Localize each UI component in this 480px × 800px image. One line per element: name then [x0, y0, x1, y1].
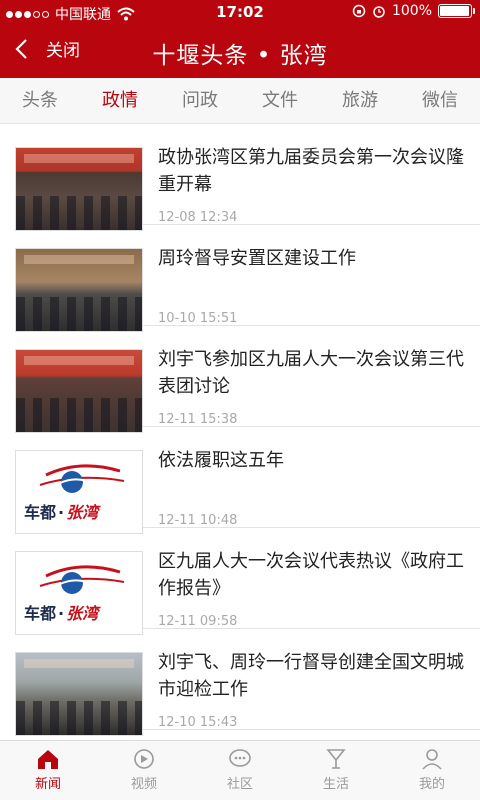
article-date: 12-11 09:58: [158, 614, 238, 629]
rotation-lock-icon: [352, 4, 366, 18]
photo-thumbnail: [15, 349, 143, 433]
photo-thumbnail: [15, 652, 143, 736]
community-icon: [192, 747, 288, 771]
article-item[interactable]: 车都 · 张湾 依法履职这五年 12-11 10:48: [15, 427, 480, 534]
category-tabs: 头条 政情 问政 文件 旅游 微信: [0, 78, 480, 124]
article-item[interactable]: 刘宇飞、周玲一行督导创建全国文明城市迎检工作 12-10 15:43: [15, 629, 480, 736]
nav-bar: 关闭 十堰头条 • 张湾: [0, 26, 480, 78]
logo-text-right: 张湾: [66, 604, 99, 623]
article-item[interactable]: 周玲督导安置区建设工作 10-10 15:51: [15, 225, 480, 332]
article-item[interactable]: 车都 · 张湾 区九届人大一次会议代表热议《政府工作报告》 12-11 09:58: [15, 528, 480, 635]
tabbar-item-2[interactable]: 社区: [192, 741, 288, 800]
tab-3[interactable]: 文件: [240, 78, 320, 123]
alarm-icon: [373, 6, 385, 18]
logo-thumbnail: 车都 · 张湾: [15, 551, 143, 635]
logo-wordmark: 车都 · 张湾: [24, 499, 98, 523]
logo-text-left: 车都: [24, 503, 57, 522]
logo-text-dot: ·: [58, 503, 65, 522]
article-title: 刘宇飞参加区九届人大一次会议第三代表团讨论: [158, 349, 464, 397]
bottom-tab-bar: 新闻 视频 社区 生活 我的: [0, 740, 480, 800]
tab-0[interactable]: 头条: [0, 78, 80, 123]
video-icon: [96, 747, 192, 771]
photo-thumbnail: [15, 248, 143, 332]
article-date: 10-10 15:51: [158, 311, 238, 326]
photo-banner: [24, 255, 134, 264]
logo-wordmark: 车都 · 张湾: [24, 600, 98, 624]
tabbar-item-1[interactable]: 视频: [96, 741, 192, 800]
article-item[interactable]: 政协张湾区第九届委员会第一次会议隆重开幕 12-08 12:34: [15, 124, 480, 231]
status-right: 100%: [352, 3, 475, 19]
battery-fill: [440, 6, 469, 16]
article-title: 政协张湾区第九届委员会第一次会议隆重开幕: [158, 147, 464, 195]
header: 中国联通 17:02 100% 关闭 十堰头条 • 张湾: [0, 0, 480, 78]
logo-thumbnail: 车都 · 张湾: [15, 450, 143, 534]
tabbar-label: 生活: [322, 777, 349, 792]
article-title: 刘宇飞、周玲一行督导创建全国文明城市迎检工作: [158, 652, 464, 700]
article-title: 依法履职这五年: [158, 450, 284, 471]
battery-percent: 100%: [391, 3, 432, 19]
tab-5[interactable]: 微信: [400, 78, 480, 123]
tabbar-label: 视频: [130, 777, 157, 792]
article-list: 政协张湾区第九届委员会第一次会议隆重开幕 12-08 12:34 周玲督导安置区建设…: [0, 124, 480, 740]
page-title: 十堰头条 • 张湾: [152, 43, 328, 69]
article-date: 12-08 12:34: [158, 210, 238, 225]
photo-people: [16, 700, 142, 735]
tabbar-label: 我的: [418, 777, 445, 792]
logo-text-left: 车都: [24, 604, 57, 623]
tabbar-item-3[interactable]: 生活: [288, 741, 384, 800]
logo-text-right: 张湾: [66, 503, 99, 522]
tabbar-item-4[interactable]: 我的: [384, 741, 480, 800]
article-item[interactable]: 刘宇飞参加区九届人大一次会议第三代表团讨论 12-11 15:38: [15, 326, 480, 433]
photo-banner: [24, 154, 134, 163]
article-title: 区九届人大一次会议代表热议《政府工作报告》: [158, 551, 464, 599]
logo-text-dot: ·: [58, 604, 65, 623]
status-bar: 中国联通 17:02 100%: [0, 0, 480, 26]
profile-icon: [384, 747, 480, 771]
article-title: 周玲督导安置区建设工作: [158, 248, 356, 269]
app-screen: 中国联通 17:02 100% 关闭 十堰头条 • 张湾 头条 政情 问政 文件 旅游微…: [0, 0, 480, 800]
tab-1[interactable]: 政情: [80, 78, 160, 123]
photo-banner: [24, 659, 134, 668]
tabbar-label: 新闻: [34, 777, 61, 792]
article-date: 12-11 15:38: [158, 412, 238, 427]
battery-icon: [438, 4, 475, 18]
photo-thumbnail: [15, 147, 143, 231]
article-date: 12-10 15:43: [158, 715, 238, 730]
tab-2[interactable]: 问政: [160, 78, 240, 123]
photo-banner: [24, 356, 134, 365]
home-icon: [0, 747, 96, 771]
tab-4[interactable]: 旅游: [320, 78, 400, 123]
article-date: 12-11 10:48: [158, 513, 238, 528]
cocktail-icon: [288, 747, 384, 771]
tabbar-item-0[interactable]: 新闻: [0, 741, 96, 800]
tabbar-label: 社区: [226, 777, 253, 792]
